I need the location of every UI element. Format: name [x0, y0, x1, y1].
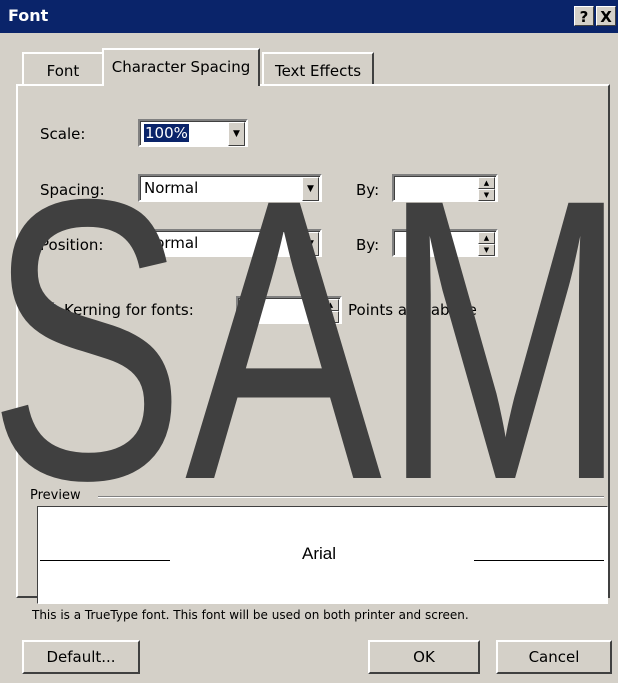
kerning-label: Kerning for fonts:	[64, 301, 194, 319]
position-by-spinner[interactable]: ▲ ▼	[392, 229, 498, 257]
preview-description: This is a TrueType font. This font will …	[32, 608, 469, 622]
kerning-points-spinner[interactable]: ▲ ▼	[236, 296, 342, 324]
chevron-down-icon[interactable]: ▼	[302, 177, 319, 201]
title-bar: Font ? X	[0, 0, 618, 33]
spacing-by-spinner[interactable]: ▲ ▼	[392, 174, 498, 202]
spin-up-icon[interactable]: ▲	[478, 232, 495, 244]
spin-down-icon[interactable]: ▼	[478, 189, 495, 201]
position-value: Normal	[144, 234, 199, 252]
chevron-down-icon[interactable]: ▼	[228, 122, 245, 146]
tab-character-spacing-label: Character Spacing	[111, 58, 251, 76]
cancel-button[interactable]: Cancel	[496, 640, 612, 674]
scale-label: Scale:	[40, 125, 86, 143]
spacing-by-label: By:	[356, 181, 380, 199]
default-button[interactable]: Default...	[22, 640, 140, 674]
tab-text-effects[interactable]: Text Effects	[262, 52, 374, 86]
preview-divider	[98, 496, 604, 498]
spin-down-icon[interactable]: ▼	[322, 311, 339, 323]
spacing-value: Normal	[144, 179, 199, 197]
spin-up-icon[interactable]: ▲	[322, 299, 339, 311]
help-button[interactable]: ?	[574, 6, 594, 26]
preview-label: Preview	[30, 488, 81, 503]
position-label: Position:	[40, 236, 104, 254]
spin-up-icon[interactable]: ▲	[478, 177, 495, 189]
preview-left-line	[40, 560, 170, 561]
tab-font[interactable]: Font	[22, 52, 104, 86]
position-dropdown[interactable]: Normal ▼	[138, 229, 322, 257]
chevron-down-icon[interactable]: ▼	[302, 232, 319, 256]
kerning-checkbox[interactable]	[40, 302, 55, 317]
position-by-label: By:	[356, 236, 380, 254]
scale-dropdown[interactable]: 100% ▼	[138, 119, 248, 147]
ok-button[interactable]: OK	[368, 640, 480, 674]
tab-character-spacing[interactable]: Character Spacing	[102, 48, 260, 86]
preview-sample-text: Arial	[302, 544, 337, 563]
spacing-label: Spacing:	[40, 181, 105, 199]
close-button[interactable]: X	[596, 6, 616, 26]
scale-value: 100%	[144, 124, 189, 142]
spin-down-icon[interactable]: ▼	[478, 244, 495, 256]
tab-text-effects-label: Text Effects	[274, 62, 362, 80]
window-title: Font	[8, 6, 49, 25]
preview-right-line	[474, 560, 604, 561]
spacing-dropdown[interactable]: Normal ▼	[138, 174, 322, 202]
tab-font-label: Font	[46, 62, 80, 80]
kerning-suffix-label: Points and above	[348, 301, 477, 319]
